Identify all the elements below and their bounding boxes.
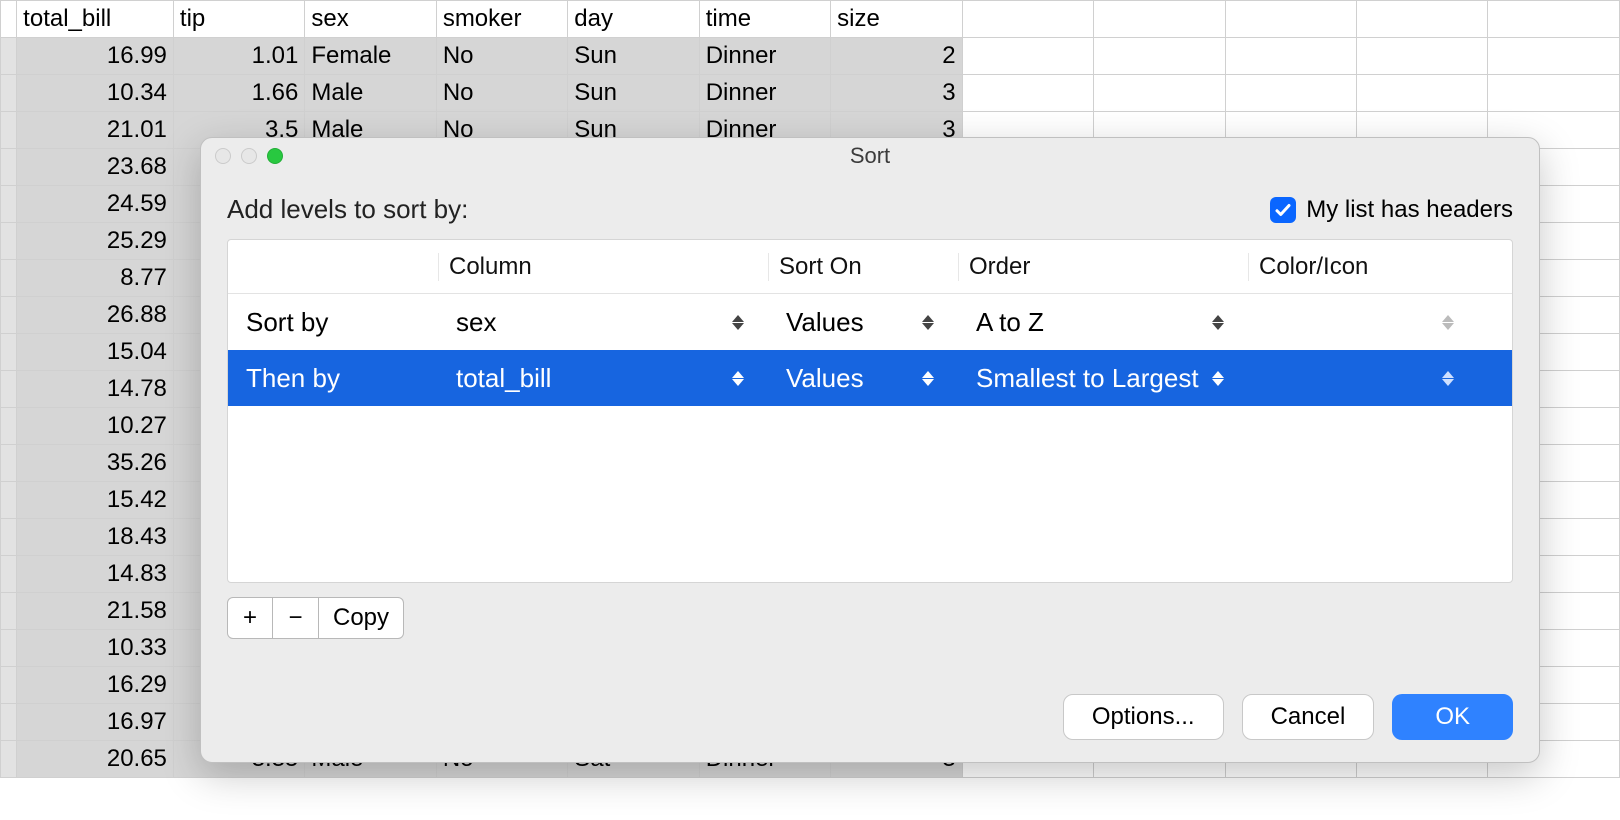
cell[interactable]: 14.83 (17, 556, 174, 593)
col-header-column: Column (438, 253, 768, 281)
options-button[interactable]: Options... (1063, 694, 1224, 740)
cell[interactable]: 15.42 (17, 482, 174, 519)
sorton-select[interactable]: Values (768, 363, 958, 394)
column-header[interactable]: size (831, 1, 962, 38)
chevron-updown-icon (1442, 311, 1460, 333)
checkbox-checked-icon (1270, 197, 1296, 223)
window-minimize-icon[interactable] (241, 148, 257, 164)
column-header[interactable]: tip (173, 1, 304, 38)
cell[interactable]: No (436, 75, 567, 112)
sort-levels-header: Column Sort On Order Color/Icon (228, 240, 1512, 294)
dialog-titlebar: Sort (201, 138, 1539, 174)
headers-checkbox-label: My list has headers (1306, 196, 1513, 224)
order-select[interactable]: A to Z (958, 307, 1248, 338)
cell[interactable]: 15.04 (17, 334, 174, 371)
order-select[interactable]: Smallest to Largest (958, 363, 1248, 394)
cell[interactable]: Male (305, 75, 436, 112)
cell[interactable]: 14.78 (17, 371, 174, 408)
coloricon-select[interactable] (1248, 367, 1478, 389)
cancel-button[interactable]: Cancel (1242, 694, 1375, 740)
coloricon-select[interactable] (1248, 311, 1478, 333)
copy-level-button[interactable]: Copy (319, 597, 404, 639)
cell[interactable]: Sun (568, 75, 699, 112)
cell[interactable]: 2 (831, 38, 962, 75)
cell[interactable]: Female (305, 38, 436, 75)
column-header[interactable]: smoker (436, 1, 567, 38)
column-header[interactable]: time (699, 1, 830, 38)
chevron-updown-icon (1212, 311, 1230, 333)
cell[interactable]: 24.59 (17, 186, 174, 223)
level-label: Then by (246, 363, 340, 394)
chevron-updown-icon (1212, 367, 1230, 389)
sort-dialog: Sort Add levels to sort by: My list has … (200, 137, 1540, 763)
col-header-sorton: Sort On (768, 253, 958, 281)
window-close-icon[interactable] (215, 148, 231, 164)
cell[interactable]: 1.01 (173, 38, 304, 75)
column-select[interactable]: sex (438, 307, 768, 338)
cell[interactable]: No (436, 38, 567, 75)
cell[interactable]: 3 (831, 75, 962, 112)
sort-level-row[interactable]: Sort by sexValuesA to Z (228, 294, 1512, 350)
remove-level-button[interactable]: − (273, 597, 319, 639)
chevron-updown-icon (922, 367, 940, 389)
chevron-updown-icon (732, 311, 750, 333)
column-select[interactable]: total_bill (438, 363, 768, 394)
cell[interactable]: 20.65 (17, 741, 174, 778)
cell[interactable]: 10.34 (17, 75, 174, 112)
sorton-select[interactable]: Values (768, 307, 958, 338)
cell[interactable]: 25.29 (17, 223, 174, 260)
cell[interactable]: 16.97 (17, 704, 174, 741)
chevron-updown-icon (732, 367, 750, 389)
minus-icon: − (288, 604, 302, 632)
column-header[interactable]: day (568, 1, 699, 38)
cell[interactable]: 16.29 (17, 667, 174, 704)
cell[interactable]: 21.01 (17, 112, 174, 149)
col-header-order: Order (958, 253, 1248, 281)
level-toolbar: + − Copy (227, 597, 1513, 639)
cell[interactable]: 10.33 (17, 630, 174, 667)
cell[interactable]: 8.77 (17, 260, 174, 297)
sort-level-row[interactable]: Then by total_billValuesSmallest to Large… (228, 350, 1512, 406)
cell[interactable]: Dinner (699, 38, 830, 75)
cell[interactable]: 26.88 (17, 297, 174, 334)
dialog-title: Sort (850, 143, 890, 169)
window-zoom-icon[interactable] (267, 148, 283, 164)
cell[interactable]: 23.68 (17, 149, 174, 186)
cell[interactable]: 35.26 (17, 445, 174, 482)
col-header-coloricon: Color/Icon (1248, 253, 1478, 281)
level-label: Sort by (246, 307, 328, 338)
chevron-updown-icon (1442, 367, 1460, 389)
cell[interactable]: Dinner (699, 75, 830, 112)
column-header[interactable]: sex (305, 1, 436, 38)
cell[interactable]: 16.99 (17, 38, 174, 75)
chevron-updown-icon (922, 311, 940, 333)
cell[interactable]: Sun (568, 38, 699, 75)
column-header[interactable]: total_bill (17, 1, 174, 38)
headers-checkbox[interactable]: My list has headers (1270, 196, 1513, 224)
ok-button[interactable]: OK (1392, 694, 1513, 740)
cell[interactable]: 21.58 (17, 593, 174, 630)
instruction-label: Add levels to sort by: (227, 194, 468, 225)
cell[interactable]: 10.27 (17, 408, 174, 445)
add-level-button[interactable]: + (227, 597, 273, 639)
cell[interactable]: 18.43 (17, 519, 174, 556)
plus-icon: + (243, 604, 257, 632)
cell[interactable]: 1.66 (173, 75, 304, 112)
sort-levels-list: Column Sort On Order Color/Icon Sort by s… (227, 239, 1513, 583)
